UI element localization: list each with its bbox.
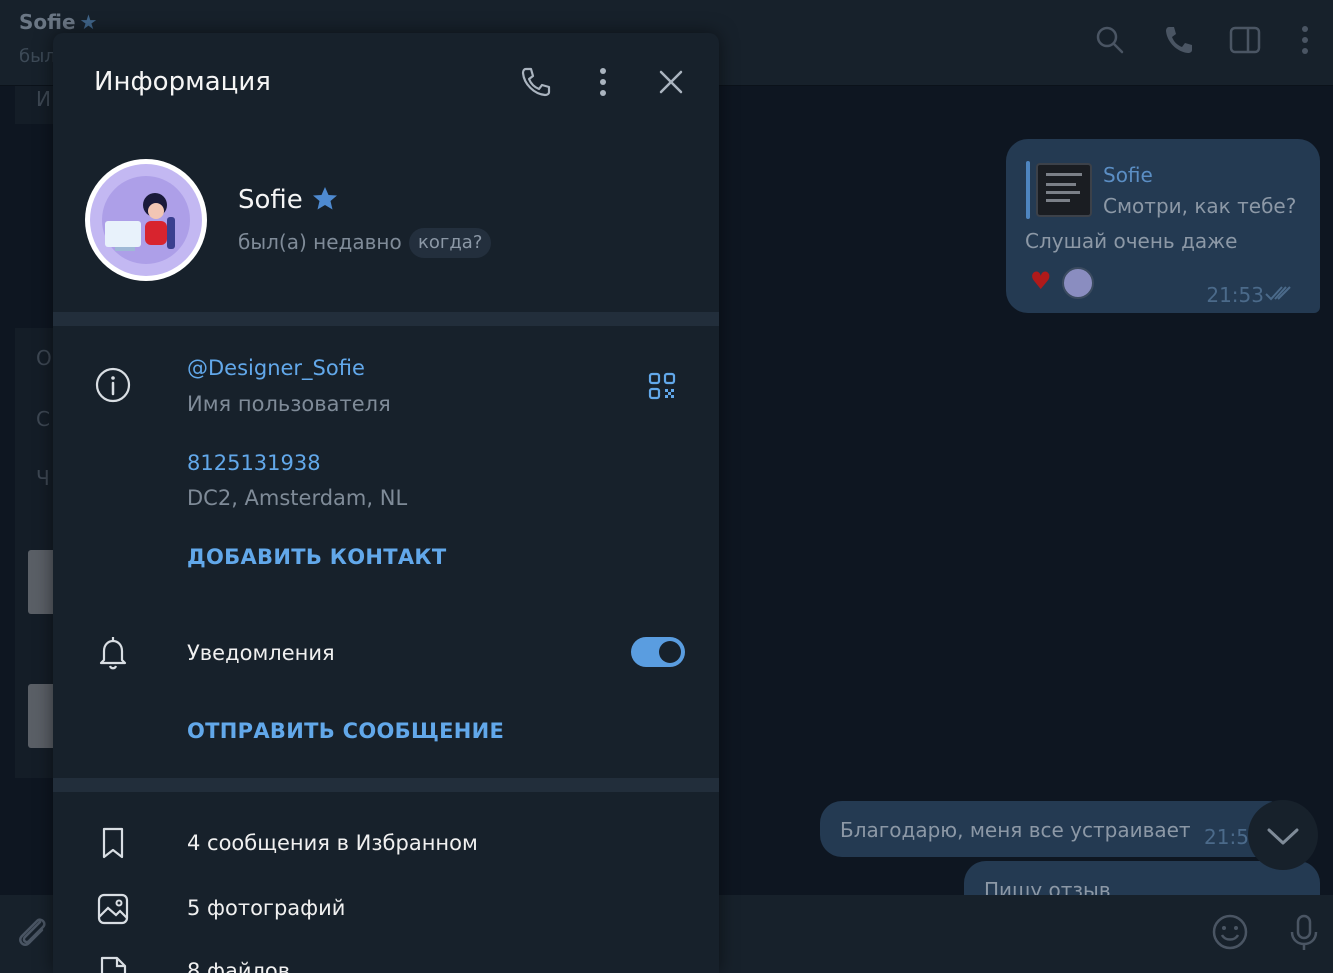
double-check-icon [1265, 286, 1291, 301]
message-bubble[interactable]: Sofie Смотри, как тебе? Слушай очень даж… [1006, 139, 1320, 313]
bell-icon [93, 633, 133, 673]
phone-icon[interactable] [1160, 22, 1196, 58]
strip-thumbnail [28, 550, 56, 614]
avatar[interactable] [85, 159, 207, 281]
profile-name: Sofie [238, 185, 303, 215]
image-icon [93, 889, 133, 929]
phone-icon[interactable] [517, 64, 553, 100]
reply-text: Смотри, как тебе? [1103, 194, 1297, 218]
section-divider [53, 312, 719, 326]
username-link[interactable]: @Designer_Sofie [187, 356, 365, 380]
reply-author: Sofie [1103, 163, 1153, 187]
attach-icon[interactable] [12, 912, 52, 952]
notifications-toggle[interactable] [631, 637, 685, 667]
strip-letter: О [36, 346, 52, 370]
panel-title: Информация [94, 67, 271, 97]
when-button[interactable]: когда? [409, 228, 492, 258]
more-icon[interactable] [1287, 22, 1323, 58]
reply-thumbnail [1036, 163, 1092, 217]
add-contact-button[interactable]: ДОБАВИТЬ КОНТАКТ [187, 545, 447, 569]
photos-item[interactable]: 5 фотографий [187, 896, 345, 920]
chat-title[interactable]: Sofie ★ [19, 10, 97, 34]
info-panel: Информация Sofie был(а) недавно когда? @… [53, 33, 719, 973]
star-icon [313, 187, 337, 210]
qr-icon[interactable] [647, 371, 677, 401]
message-time: 21:53 [1206, 283, 1264, 307]
chat-title-text: Sofie [19, 10, 76, 34]
send-message-button[interactable]: ОТПРАВИТЬ СООБЩЕНИЕ [187, 719, 504, 743]
file-icon [93, 953, 133, 973]
chat-status: был [19, 46, 56, 67]
files-item[interactable]: 8 файлов [187, 959, 290, 973]
message-text: Благодарю, меня все устраивает [840, 818, 1191, 842]
chevron-down-icon [1267, 828, 1299, 845]
close-icon[interactable] [653, 64, 689, 100]
mic-icon[interactable] [1284, 912, 1324, 952]
strip-letter: Ч [36, 466, 50, 490]
strip-letter: С [36, 407, 50, 431]
search-icon[interactable] [1092, 22, 1128, 58]
info-icon [93, 365, 133, 405]
emoji-icon[interactable] [1210, 912, 1250, 952]
message-time: 21:5 [1204, 825, 1249, 849]
profile-status: был(а) недавно [238, 230, 402, 254]
heart-icon[interactable]: ♥ [1030, 267, 1052, 295]
location-label: DC2, Amsterdam, NL [187, 486, 408, 510]
reply-bar [1026, 161, 1030, 219]
scroll-down-button[interactable] [1248, 800, 1318, 870]
star-icon: ★ [79, 10, 98, 34]
notifications-label: Уведомления [187, 641, 335, 665]
message-bubble[interactable]: Благодарю, меня все устраивает 21:5 [820, 801, 1290, 857]
username-label: Имя пользователя [187, 392, 391, 416]
strip-thumbnail [28, 684, 56, 748]
phone-number[interactable]: 8125131938 [187, 451, 321, 475]
strip-letter: И [36, 87, 51, 111]
reaction-avatar [1062, 267, 1094, 299]
toggle-knob [659, 641, 681, 663]
section-divider [53, 778, 719, 792]
saved-messages-item[interactable]: 4 сообщения в Избранном [187, 831, 478, 855]
more-icon[interactable] [585, 64, 621, 100]
sidebar-icon[interactable] [1227, 22, 1263, 58]
bookmark-icon [93, 823, 133, 863]
message-text: Слушай очень даже [1025, 229, 1238, 253]
